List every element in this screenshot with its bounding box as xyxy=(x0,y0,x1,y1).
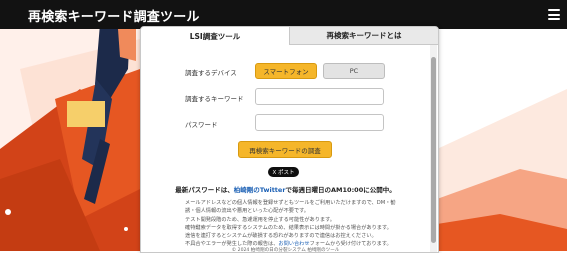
panel-scrollbar[interactable] xyxy=(430,45,437,252)
password-label: パスワード xyxy=(185,121,218,129)
note-line: テスト開発段階のため、急遽運用を停止する可能性があります。 xyxy=(185,216,335,223)
search-submit-button[interactable]: 再検索キーワードの調査 xyxy=(238,141,332,158)
pc-button[interactable]: PC xyxy=(323,63,385,79)
hamburger-menu-icon[interactable] xyxy=(548,9,560,20)
note-line: 途信を連打するとシステムが破損する恐れがありますので連信はお控えください。 xyxy=(185,233,377,240)
tab-about-resarch-keyword[interactable]: 再検索キーワードとは xyxy=(289,27,438,45)
note-line: メールアドレスなどの個人情報を登録せずともツールをご利用いただけますので、DM・… xyxy=(185,200,396,206)
copyright: © 2024 柏崎剛の日の分裂システム 柏崎剛のツール xyxy=(231,248,340,253)
note-line: 誘・個人情報の流出や悪用といった心配が不要です。 xyxy=(185,208,309,215)
usage-notes: メールアドレスなどの個人情報を登録せずともツールをご利用いただけますので、DM・… xyxy=(185,199,430,249)
smartphone-button[interactable]: スマートフォン xyxy=(255,63,317,79)
scrollbar-thumb[interactable] xyxy=(431,57,436,243)
announcement-prefix: 最新パスワードは、 xyxy=(175,186,234,194)
app-title: 再検索キーワード調査ツール xyxy=(28,10,200,25)
announcement-suffix: で毎週日曜日のAM10:00に公開中。 xyxy=(285,186,396,194)
password-input[interactable] xyxy=(255,114,384,131)
keyword-input[interactable] xyxy=(255,88,384,105)
tab-lsi-tool[interactable]: LSI調査ツール xyxy=(141,27,289,45)
password-announcement: 最新パスワードは、柏崎剛のTwitterで毎週日曜日のAM10:00に公開中。 xyxy=(141,184,430,194)
twitter-link[interactable]: 柏崎剛のTwitter xyxy=(234,186,286,194)
device-label: 調査するデバイス xyxy=(185,69,237,77)
keyword-label: 調査するキーワード xyxy=(185,95,244,103)
app-header: 再検索キーワード調査ツール xyxy=(0,0,567,29)
tab-bar: LSI調査ツール 再検索キーワードとは xyxy=(141,27,438,45)
note-line: 確特鍵索データを取得するシステムのため、結果表示には時間が掛かる場合があります。 xyxy=(185,224,392,231)
x-post-button[interactable]: X ポスト xyxy=(268,167,299,177)
tool-panel: LSI調査ツール 再検索キーワードとは 調査するデバイス スマートフォン PC … xyxy=(140,26,439,253)
